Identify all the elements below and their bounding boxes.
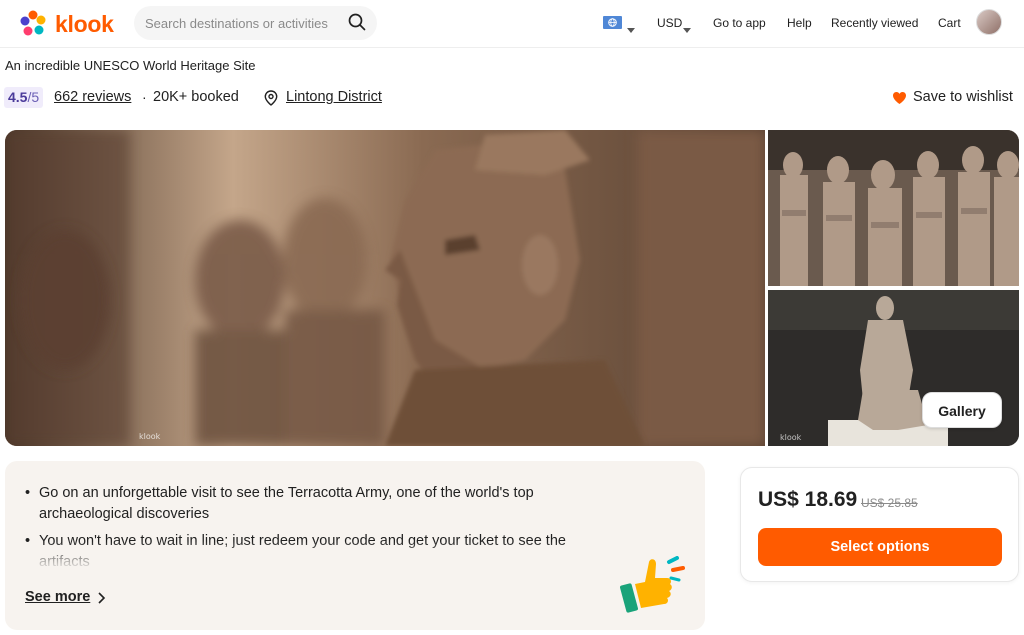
activity-subtitle: An incredible UNESCO World Heritage Site	[5, 58, 256, 73]
klook-logo[interactable]: klook	[18, 9, 114, 39]
save-to-wishlist-button[interactable]: Save to wishlist	[913, 89, 1013, 105]
highlight-item: • Go on an unforgettable visit to see th…	[25, 483, 615, 525]
gallery-thumbnail-warriors[interactable]	[768, 130, 1019, 286]
help-link[interactable]: Help	[787, 16, 812, 30]
user-avatar[interactable]	[976, 9, 1002, 35]
klook-logo-icon	[18, 9, 48, 39]
current-price: US$ 18.69	[758, 488, 858, 511]
chevron-right-icon[interactable]	[97, 591, 106, 610]
search-bar[interactable]: Search destinations or activities	[134, 6, 377, 40]
main-photo-watermark: klook	[139, 432, 161, 441]
main-gallery-photo[interactable]: klook	[5, 130, 765, 446]
select-options-button[interactable]: Select options	[758, 528, 1002, 566]
terracotta-warrior-photo: klook	[5, 130, 765, 446]
price-card: US$ 18.69 US$ 25.85 Select options	[740, 467, 1019, 582]
original-price: US$ 25.85	[861, 496, 918, 510]
warriors-rows-photo	[768, 130, 1019, 286]
klook-logo-text: klook	[55, 10, 114, 37]
rating-outof: /5	[27, 89, 40, 105]
highlight-text: Go on an unforgettable visit to see the …	[39, 485, 534, 522]
language-flag-icon[interactable]	[603, 16, 622, 29]
highlights-card: • Go on an unforgettable visit to see th…	[5, 461, 705, 630]
location-link[interactable]: Lintong District	[286, 89, 382, 105]
cart-link[interactable]: Cart	[938, 16, 961, 30]
meta-separator: ·	[142, 89, 147, 105]
thumbs-up-icon	[619, 556, 689, 623]
location-pin-icon	[264, 90, 278, 111]
reviews-link[interactable]: 662 reviews	[54, 89, 131, 105]
bullet-icon: •	[25, 485, 31, 501]
highlights-fade	[5, 541, 705, 569]
rating-score: 4.5	[8, 89, 28, 105]
gallery-button[interactable]: Gallery	[922, 392, 1002, 428]
rating-badge: 4.5/5	[4, 87, 44, 108]
currency-selector[interactable]: USD	[657, 16, 682, 30]
search-icon[interactable]	[348, 13, 366, 36]
language-chevron-down-icon[interactable]	[627, 20, 635, 38]
go-to-app-link[interactable]: Go to app	[713, 16, 766, 30]
booked-count: 20K+ booked	[153, 89, 239, 105]
thumbnail-watermark: klook	[780, 433, 802, 442]
see-more-link[interactable]: See more	[25, 589, 90, 605]
top-navigation-bar: klook Search destinations or activities …	[0, 0, 1024, 48]
heart-icon[interactable]	[892, 91, 907, 110]
search-input[interactable]: Search destinations or activities	[145, 16, 328, 31]
recently-viewed-link[interactable]: Recently viewed	[831, 16, 918, 30]
currency-chevron-down-icon[interactable]	[683, 20, 691, 38]
